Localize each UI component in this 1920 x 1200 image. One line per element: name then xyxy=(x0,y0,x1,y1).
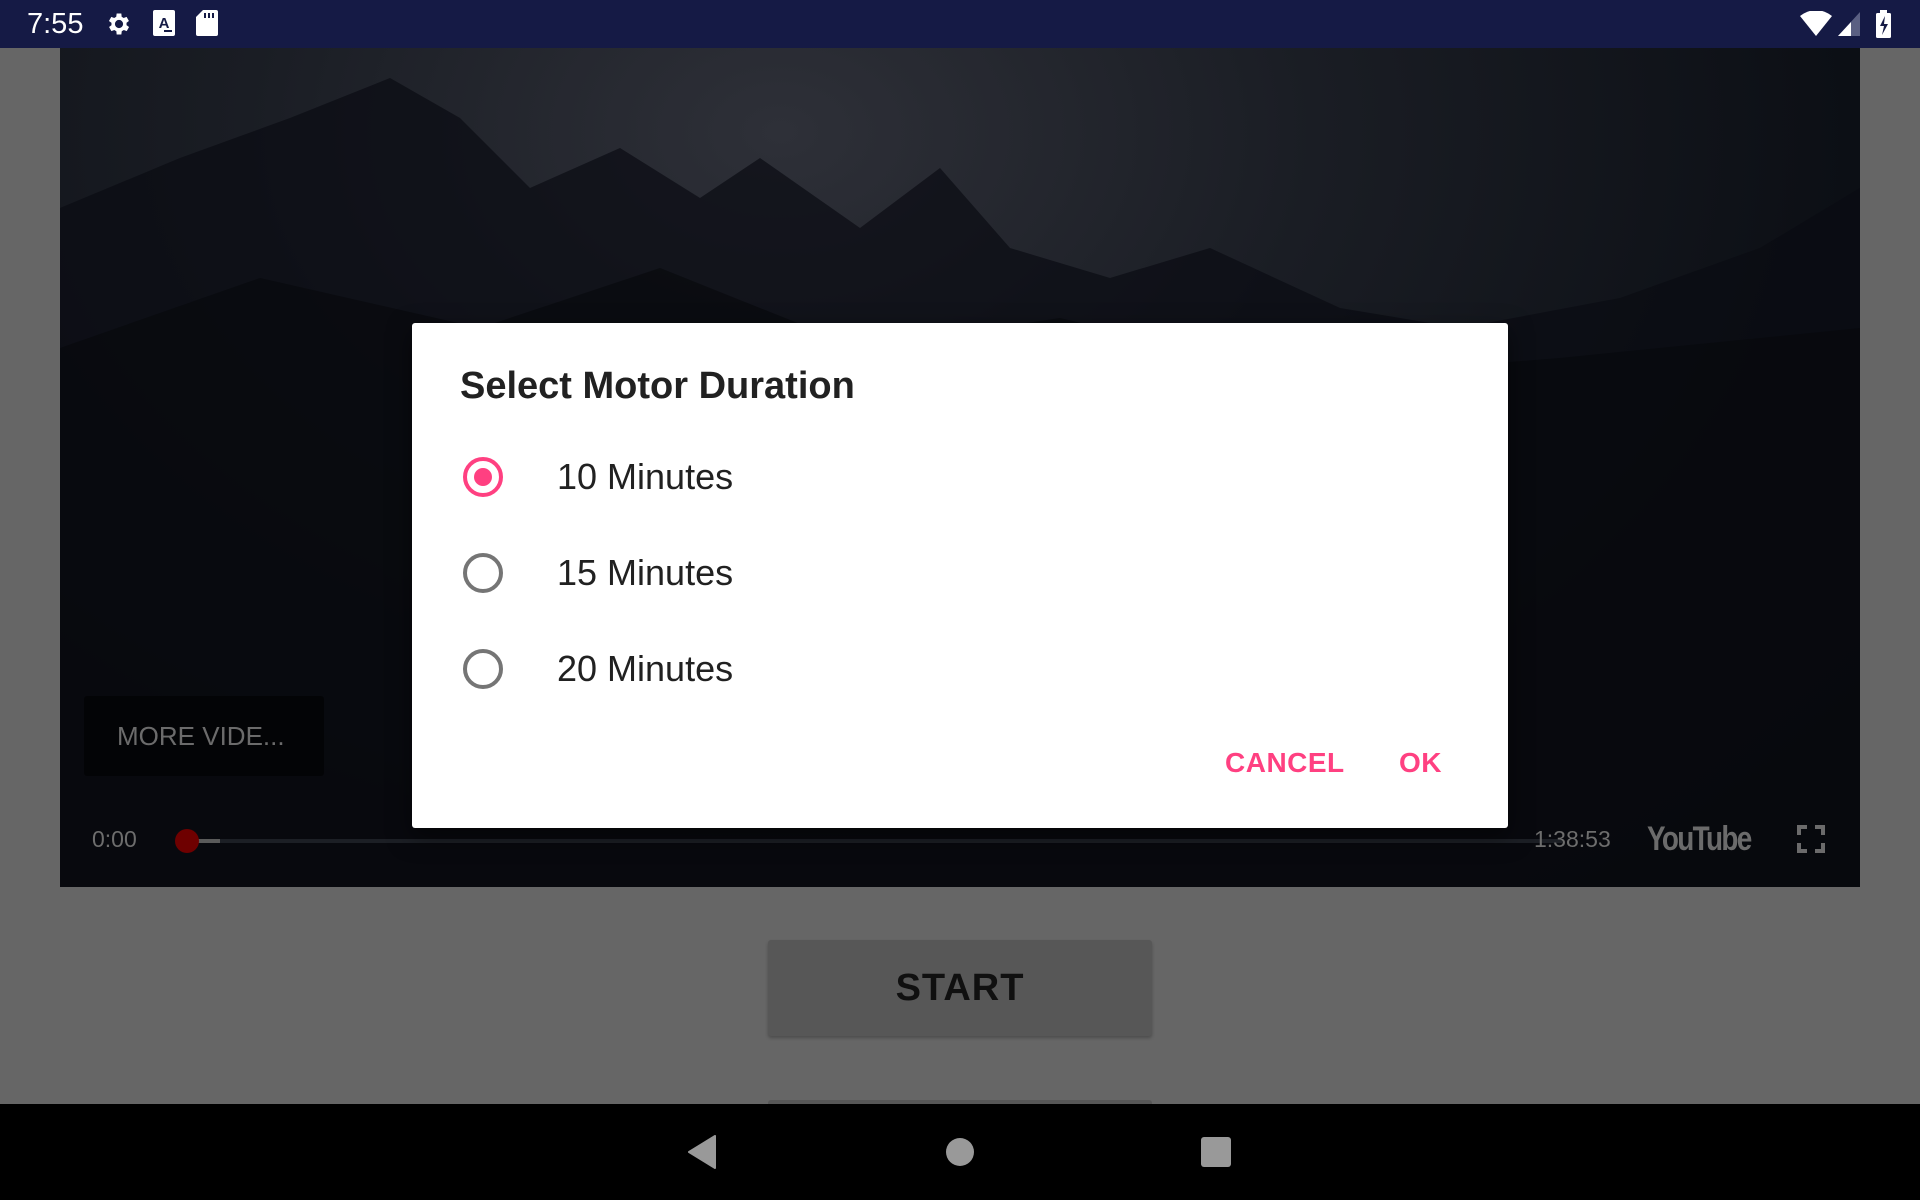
option-15-minutes[interactable]: 15 Minutes xyxy=(452,525,1462,621)
option-10-minutes[interactable]: 10 Minutes xyxy=(452,429,1462,525)
battery-charging-icon xyxy=(1876,10,1891,43)
current-time: 0:00 xyxy=(92,826,137,852)
settings-icon xyxy=(105,10,133,43)
cancel-button[interactable]: CANCEL xyxy=(1225,747,1345,779)
radio-button-selected[interactable] xyxy=(463,457,503,497)
font-a-icon: A xyxy=(153,10,175,41)
progress-track[interactable] xyxy=(187,839,1562,843)
ok-button[interactable]: OK xyxy=(1399,747,1442,779)
option-label: 15 Minutes xyxy=(557,552,734,593)
scrubber-handle[interactable] xyxy=(175,829,199,853)
cell-signal-icon xyxy=(1838,12,1860,41)
recents-icon[interactable] xyxy=(1186,1132,1246,1172)
fullscreen-icon[interactable] xyxy=(1797,825,1825,853)
status-bar: 7:55 A xyxy=(0,0,1920,48)
more-videos-button[interactable]: MORE VIDE... xyxy=(84,696,324,776)
navigation-bar xyxy=(0,1104,1920,1200)
total-time: 1:38:53 xyxy=(1534,826,1611,852)
option-label: 10 Minutes xyxy=(557,456,734,497)
dialog-title: Select Motor Duration xyxy=(460,365,855,407)
sd-card-icon xyxy=(196,10,218,41)
back-icon[interactable] xyxy=(672,1132,732,1172)
radio-button[interactable] xyxy=(463,553,503,593)
option-label: 20 Minutes xyxy=(557,648,734,689)
svg-text:A: A xyxy=(159,15,170,32)
radio-button[interactable] xyxy=(463,649,503,689)
option-20-minutes[interactable]: 20 Minutes xyxy=(452,621,1462,717)
wifi-icon xyxy=(1800,10,1832,42)
home-icon[interactable] xyxy=(930,1132,990,1172)
status-time: 7:55 xyxy=(27,8,84,40)
youtube-logo[interactable]: YouTube xyxy=(1647,820,1752,859)
motor-duration-dialog: Select Motor Duration 10 Minutes 15 Minu… xyxy=(412,323,1508,828)
start-button[interactable]: START xyxy=(768,940,1152,1036)
